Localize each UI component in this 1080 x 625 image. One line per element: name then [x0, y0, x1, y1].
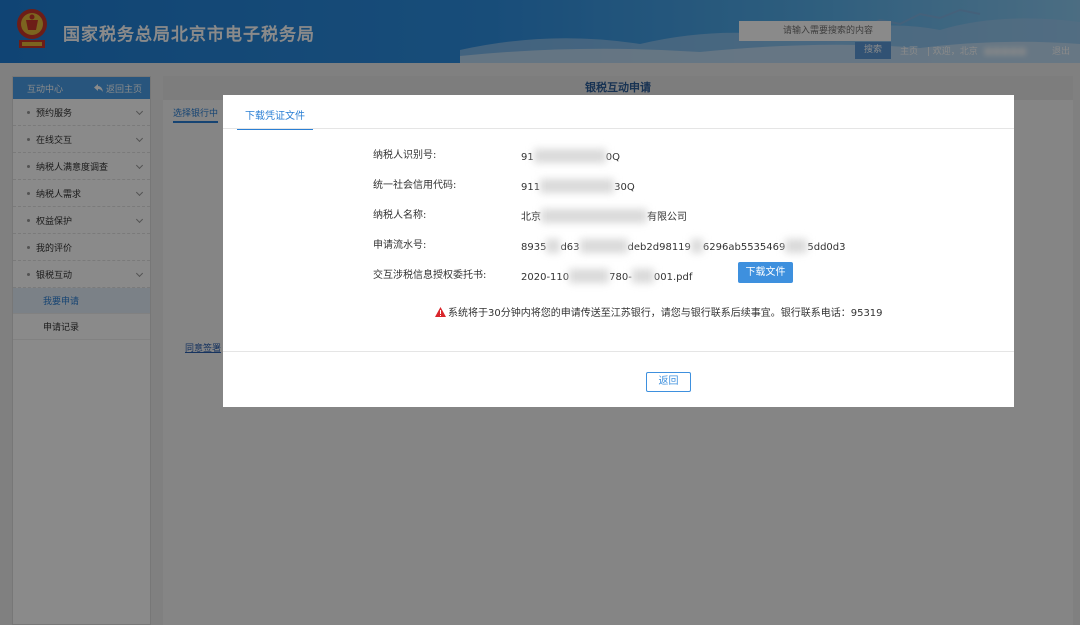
serial-part-3: deb2d98119 — [627, 242, 691, 253]
warning-icon — [435, 306, 446, 317]
serial-number-value: 8935 d63 deb2d98119 6296ab5535469 5dd0d3 — [521, 236, 846, 253]
tab-download-voucher[interactable]: 下载凭证文件 — [237, 107, 313, 130]
taxpayer-name-value: 北京 有限公司 — [521, 206, 687, 223]
redacted-block — [579, 239, 628, 253]
warning-message: 系统将于30分钟内将您的申请传送至江苏银行，请您与银行联系后续事宜。银行联系电话… — [435, 304, 883, 319]
redacted-block — [533, 149, 606, 163]
taxpayer-id-end: 0Q — [605, 152, 620, 163]
footer-divider — [223, 351, 1014, 352]
serial-part-5: 5dd0d3 — [807, 242, 846, 253]
taxpayer-id-value: 91 0Q — [521, 146, 620, 163]
file-name-part-3: 001.pdf — [653, 272, 693, 283]
redacted-block — [690, 239, 703, 253]
credit-code-start: 911 — [521, 182, 541, 193]
warning-text: 系统将于30分钟内将您的申请传送至江苏银行，请您与银行联系后续事宜。银行联系电话… — [448, 308, 883, 319]
download-dialog: 下载凭证文件 纳税人识别号: 91 0Q 统一社会信用代码: 911 30Q 纳税人… — [223, 95, 1014, 407]
credit-code-label: 统一社会信用代码: — [373, 180, 457, 191]
back-button[interactable]: 返回 — [646, 372, 691, 392]
authorization-file-value: 2020-110 780- 001.pdf — [521, 266, 692, 283]
serial-part-1: 8935 — [521, 242, 547, 253]
taxpayer-name-start: 北京 — [521, 212, 541, 223]
redacted-block — [541, 209, 647, 223]
serial-part-4: 6296ab5535469 — [702, 242, 786, 253]
download-file-button[interactable]: 下载文件 — [738, 262, 793, 283]
serial-part-2: d63 — [560, 242, 580, 253]
credit-code-end: 30Q — [614, 182, 635, 193]
taxpayer-name-end: 有限公司 — [647, 212, 687, 223]
authorization-letter-label: 交互涉税信息授权委托书: — [373, 270, 487, 281]
taxpayer-id-start: 91 — [521, 152, 534, 163]
redacted-block — [546, 239, 561, 253]
taxpayer-name-label: 纳税人名称: — [373, 210, 427, 221]
serial-number-label: 申请流水号: — [373, 240, 427, 251]
tab-divider — [223, 128, 1014, 129]
redacted-block — [631, 269, 654, 283]
taxpayer-id-label: 纳税人识别号: — [373, 150, 437, 161]
file-name-part-2: 780- — [609, 272, 632, 283]
credit-code-value: 911 30Q — [521, 176, 635, 193]
file-name-part-1: 2020-110 — [521, 272, 570, 283]
redacted-block — [540, 179, 615, 193]
redacted-block — [569, 269, 610, 283]
redacted-block — [785, 239, 808, 253]
